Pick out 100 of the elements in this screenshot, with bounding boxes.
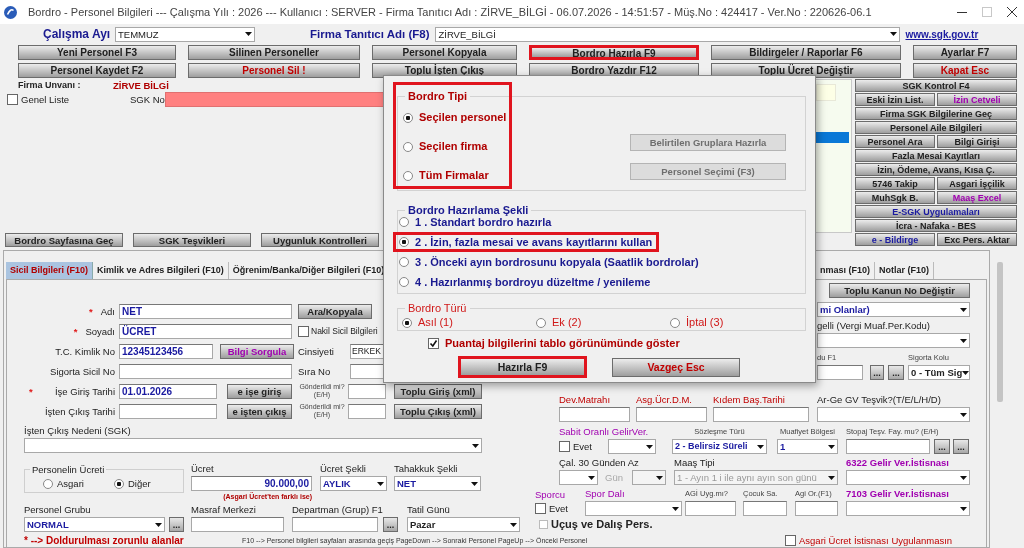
side-button[interactable]: İzin, Ödeme, Avans, Kısa Ç. bbox=[855, 163, 1017, 176]
checkbox[interactable] bbox=[428, 337, 439, 349]
radio-button[interactable] bbox=[403, 112, 413, 123]
side-button[interactable]: İcra - Nafaka - BES bbox=[855, 219, 1017, 232]
side-button[interactable]: E-SGK Uygulamaları bbox=[855, 205, 1017, 218]
checkbox[interactable] bbox=[785, 534, 796, 546]
radio-button[interactable] bbox=[399, 217, 409, 227]
text-field[interactable] bbox=[817, 365, 863, 380]
dropdown[interactable]: 2 - Belirsiz Süreli bbox=[672, 439, 767, 454]
dropdown[interactable]: Pazar bbox=[407, 517, 520, 532]
text-field[interactable] bbox=[685, 501, 736, 516]
bulk-xml-button[interactable]: Toplu Çıkış (xml) bbox=[394, 403, 482, 419]
radio-button[interactable] bbox=[113, 478, 124, 489]
more-button[interactable]: ... bbox=[870, 365, 884, 380]
text-field[interactable] bbox=[713, 407, 809, 422]
side-button[interactable]: İzin Cetveli bbox=[937, 93, 1017, 106]
text-field[interactable] bbox=[348, 383, 386, 399]
side-button[interactable]: Exc Pers. Aktar bbox=[937, 233, 1017, 246]
checkbox[interactable] bbox=[535, 503, 546, 514]
e-submit-button[interactable]: e işe giriş bbox=[227, 383, 292, 399]
radio-button[interactable] bbox=[43, 478, 53, 489]
action-button[interactable]: Bordro Sayfasına Geç bbox=[5, 233, 123, 247]
dialog-button[interactable]: Hazırla F9 bbox=[458, 356, 587, 378]
checkbox[interactable] bbox=[539, 520, 548, 529]
more-button[interactable]: ... bbox=[953, 439, 969, 454]
toolbar-button[interactable]: Personel Kaydet F2 bbox=[18, 63, 176, 78]
text-field[interactable] bbox=[119, 363, 292, 379]
text-field[interactable]: 01.01.2026 bbox=[119, 383, 217, 399]
tab[interactable]: Kimlik ve Adres Bilgileri (F10) bbox=[93, 262, 229, 279]
radio-button[interactable] bbox=[399, 257, 409, 267]
text-field[interactable] bbox=[559, 407, 630, 422]
dropdown[interactable]: TEMMUZ bbox=[115, 26, 255, 42]
action-button[interactable]: Uygunluk Kontrolleri bbox=[261, 233, 379, 247]
dropdown[interactable]: AYLIK bbox=[320, 476, 387, 491]
e-submit-button[interactable]: e işten çıkış bbox=[227, 403, 292, 419]
dropdown[interactable]: ZİRVE_BİLGİ bbox=[435, 26, 901, 42]
text-field[interactable]: NET bbox=[119, 303, 292, 319]
text-field[interactable]: 90.000,00 bbox=[191, 476, 312, 491]
radio-button[interactable] bbox=[402, 317, 412, 328]
bulk-xml-button[interactable]: Toplu Giriş (xml) bbox=[394, 383, 482, 399]
text-field[interactable] bbox=[743, 501, 787, 516]
toolbar-button[interactable]: Bildirgeler / Raporlar F6 bbox=[711, 45, 901, 60]
text-field[interactable] bbox=[636, 407, 707, 422]
side-button[interactable]: Personel Aile Bilgileri bbox=[855, 121, 1017, 134]
text-field[interactable] bbox=[795, 501, 838, 516]
more-button[interactable]: ... bbox=[888, 365, 904, 380]
text-field[interactable] bbox=[292, 517, 378, 532]
dialog-button[interactable]: Vazgeç Esc bbox=[612, 357, 740, 377]
dropdown[interactable] bbox=[632, 470, 666, 485]
dropdown[interactable]: NORMAL bbox=[24, 517, 165, 532]
toolbar-button[interactable]: Yeni Personel F3 bbox=[18, 45, 176, 60]
side-button[interactable]: 5746 Takip bbox=[855, 177, 935, 190]
side-button[interactable]: Firma SGK Bilgilerine Geç bbox=[855, 107, 1017, 120]
text-field[interactable]: ERKEK bbox=[350, 343, 384, 359]
side-button[interactable]: e - Bildirge bbox=[855, 233, 935, 246]
dropdown[interactable] bbox=[608, 439, 656, 454]
dropdown[interactable]: NET bbox=[394, 476, 481, 491]
scrollbar-thumb[interactable] bbox=[997, 262, 1003, 402]
toolbar-button[interactable]: Silinen Personeller bbox=[188, 45, 360, 60]
link[interactable]: www.sgk.gov.tr bbox=[905, 28, 979, 40]
side-button[interactable]: Personel Ara bbox=[855, 135, 935, 148]
dropdown[interactable]: 1 bbox=[777, 439, 838, 454]
radio-button[interactable] bbox=[399, 277, 409, 287]
toolbar-button[interactable]: Personel Sil ! bbox=[188, 63, 360, 78]
radio-button[interactable] bbox=[399, 237, 409, 247]
dropdown[interactable]: 0 - Tüm Sig bbox=[908, 365, 970, 380]
side-button[interactable]: Eski İzin List. bbox=[855, 93, 935, 106]
dropdown[interactable] bbox=[559, 470, 598, 485]
side-button[interactable]: MuhSgk B. bbox=[855, 191, 935, 204]
radio-button[interactable] bbox=[403, 141, 413, 152]
more-button[interactable]: ... bbox=[934, 439, 950, 454]
action-button[interactable]: SGK Teşvikleri bbox=[133, 233, 251, 247]
query-button[interactable]: Bilgi Sorgula bbox=[220, 343, 294, 359]
toolbar-button[interactable]: Bordro Hazırla F9 bbox=[529, 45, 699, 60]
side-button[interactable]: SGK Kontrol F4 bbox=[855, 79, 1017, 92]
tab[interactable]: Sicil Bilgileri (F10) bbox=[6, 262, 94, 279]
text-field[interactable] bbox=[348, 403, 386, 419]
text-field[interactable]: 12345123456 bbox=[119, 343, 213, 359]
side-button[interactable]: Bilgi Girişi bbox=[937, 135, 1017, 148]
text-field[interactable] bbox=[350, 363, 384, 379]
toolbar-button[interactable]: Ayarlar F7 bbox=[913, 45, 1017, 60]
checkbox[interactable] bbox=[559, 441, 570, 452]
text-field[interactable] bbox=[846, 439, 930, 454]
law-button[interactable]: Toplu Kanun No Değiştir bbox=[829, 283, 970, 298]
radio-button[interactable] bbox=[536, 317, 546, 328]
text-field[interactable] bbox=[119, 403, 217, 419]
side-button[interactable]: Fazla Mesai Kayıtları bbox=[855, 149, 1017, 162]
radio-button[interactable] bbox=[403, 170, 413, 181]
side-button[interactable]: Asgari İşçilik bbox=[937, 177, 1017, 190]
toolbar-button[interactable]: Personel Kopyala bbox=[372, 45, 517, 60]
dropdown[interactable]: mi Olanlar) bbox=[817, 302, 970, 317]
checkbox[interactable] bbox=[298, 325, 309, 337]
tab[interactable]: Notlar (F10) bbox=[875, 262, 935, 279]
checkbox[interactable] bbox=[7, 93, 18, 105]
side-button[interactable]: Maaş Excel bbox=[937, 191, 1017, 204]
toolbar-button[interactable]: Kapat Esc bbox=[913, 63, 1017, 78]
text-field[interactable] bbox=[191, 517, 284, 532]
text-field[interactable]: ÜCRET bbox=[119, 323, 292, 339]
more-button[interactable]: ... bbox=[383, 517, 398, 532]
search-button[interactable]: Ara/Kopyala bbox=[298, 303, 372, 319]
